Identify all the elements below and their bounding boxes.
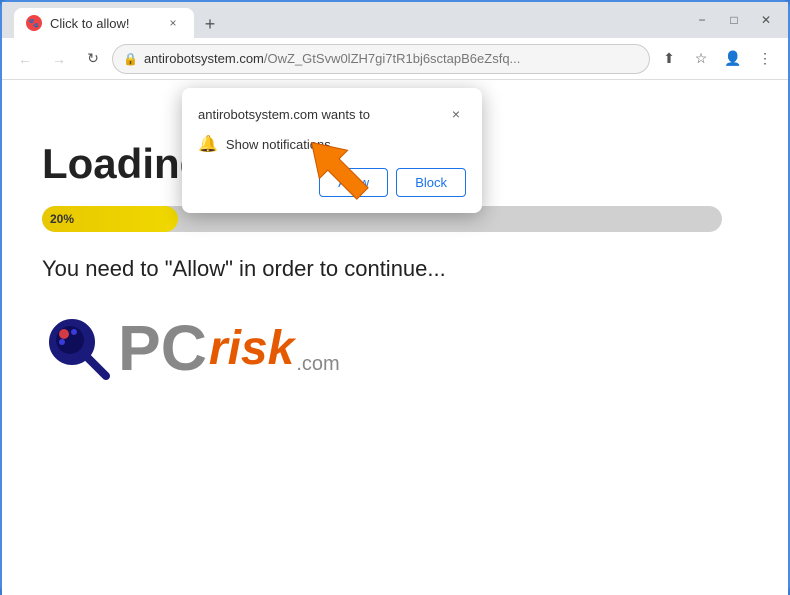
logo-risk-text: risk xyxy=(209,321,294,376)
forward-button[interactable]: → xyxy=(44,44,74,74)
tab-area: 🐾 Click to allow! × + xyxy=(14,2,224,38)
menu-button[interactable]: ⋮ xyxy=(750,44,780,74)
title-bar: 🐾 Click to allow! × + − □ ✕ xyxy=(2,2,788,38)
address-bar[interactable]: 🔒 antirobotsystem.com/OwZ_GtSvw0lZH7gi7t… xyxy=(112,44,650,74)
tab-close-button[interactable]: × xyxy=(164,14,182,32)
progress-label: 20% xyxy=(50,212,74,226)
new-tab-button[interactable]: + xyxy=(196,10,224,38)
tab-title: Click to allow! xyxy=(50,16,129,31)
reload-button[interactable]: ↻ xyxy=(78,44,108,74)
minimize-button[interactable]: − xyxy=(688,6,716,34)
active-tab[interactable]: 🐾 Click to allow! × xyxy=(14,8,194,38)
tab-favicon: 🐾 xyxy=(26,15,42,31)
navigation-bar: ← → ↻ 🔒 antirobotsystem.com/OwZ_GtSvw0lZ… xyxy=(2,38,788,80)
block-button[interactable]: Block xyxy=(396,168,466,197)
close-button[interactable]: ✕ xyxy=(752,6,780,34)
instruction-text: You need to "Allow" in order to continue… xyxy=(42,256,748,282)
maximize-button[interactable]: □ xyxy=(720,6,748,34)
pcrisk-logo: PC risk .com xyxy=(42,312,748,384)
logo-magnifier-icon xyxy=(42,312,114,384)
url-text: antirobotsystem.com/OwZ_GtSvw0lZH7gi7tR1… xyxy=(144,51,639,66)
url-path: /OwZ_GtSvw0lZH7gi7tR1bj6sctapB6eZsfq... xyxy=(264,51,521,66)
arrow-indicator xyxy=(297,128,377,213)
window-controls: − □ ✕ xyxy=(688,6,780,34)
profile-button[interactable]: 👤 xyxy=(718,44,748,74)
popup-close-button[interactable]: × xyxy=(446,104,466,124)
progress-bar: 20% xyxy=(42,206,178,232)
bell-icon: 🔔 xyxy=(198,134,218,154)
popup-title: antirobotsystem.com wants to xyxy=(198,107,446,122)
share-button[interactable]: ⬆ xyxy=(654,44,684,74)
back-button[interactable]: ← xyxy=(10,44,40,74)
arrow-svg xyxy=(297,128,377,208)
url-domain: antirobotsystem.com xyxy=(144,51,264,66)
browser-content: antirobotsystem.com wants to × 🔔 Show no… xyxy=(2,80,788,595)
logo-pc-text: PC xyxy=(118,316,207,380)
logo-dotcom-text: .com xyxy=(296,353,339,376)
nav-actions: ⬆ ☆ 👤 ⋮ xyxy=(654,44,780,74)
lock-icon: 🔒 xyxy=(123,52,138,66)
bookmark-button[interactable]: ☆ xyxy=(686,44,716,74)
popup-header: antirobotsystem.com wants to × xyxy=(198,104,466,124)
